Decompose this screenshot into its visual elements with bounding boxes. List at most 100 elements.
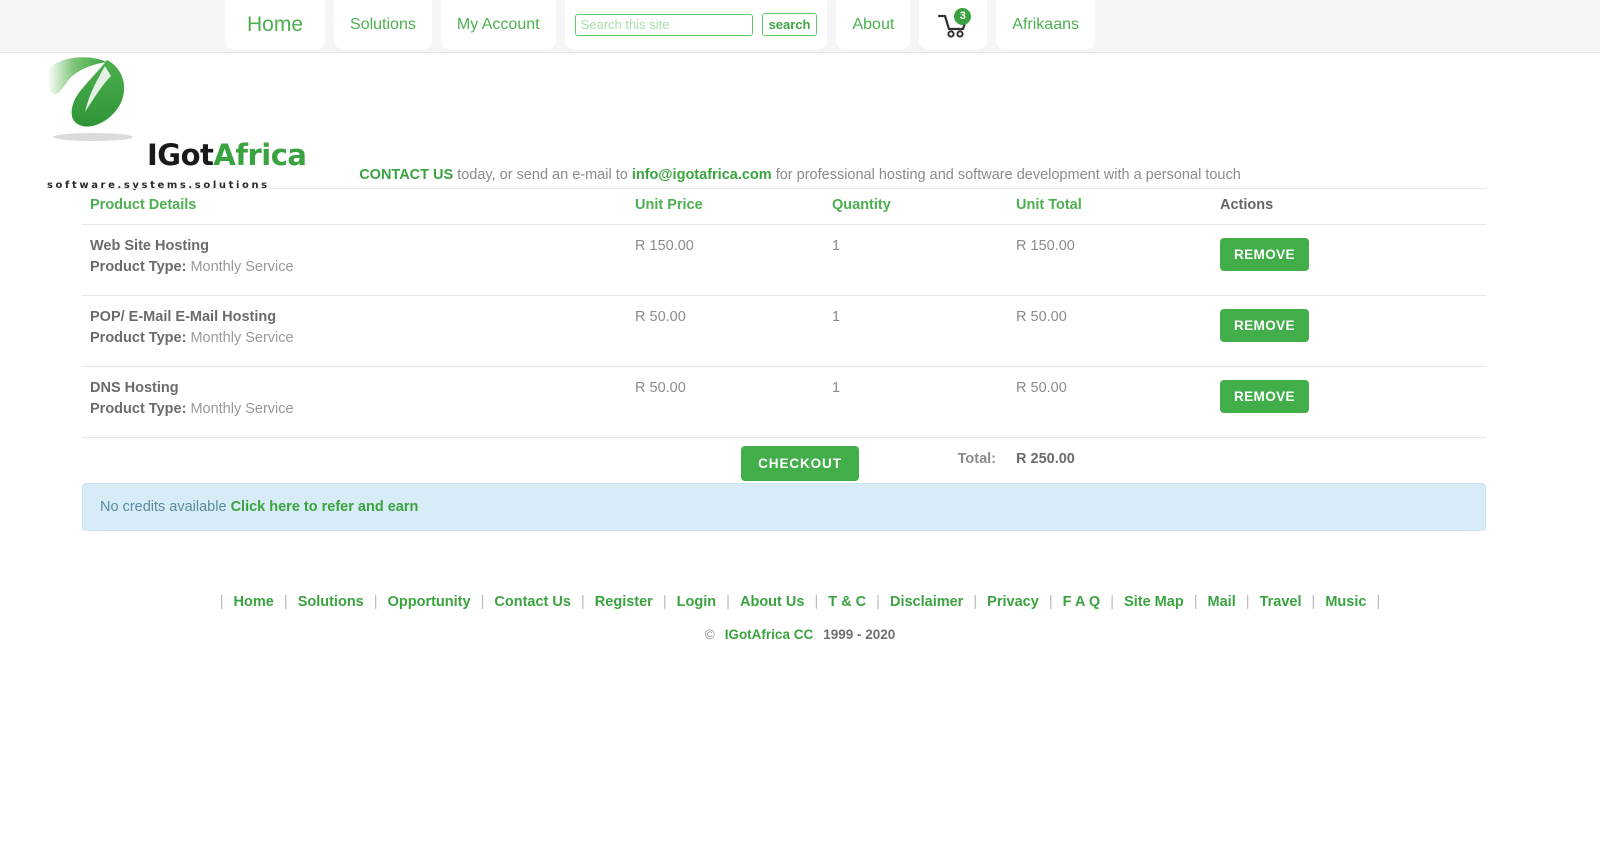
footer-link-opportunity[interactable]: Opportunity — [388, 594, 471, 610]
product-type-value: Monthly Service — [190, 259, 293, 275]
footer-link-home[interactable]: Home — [234, 594, 274, 610]
refer-and-earn-link[interactable]: Click here to refer and earn — [231, 499, 419, 515]
footer-link-privacy[interactable]: Privacy — [987, 594, 1039, 610]
cell-product-details: Web Site Hosting Product Type: Monthly S… — [82, 225, 627, 296]
cell-quantity: 1 — [824, 225, 1008, 296]
contact-middle-text: today, or send an e-mail to — [453, 167, 632, 183]
remove-button[interactable]: REMOVE — [1220, 238, 1309, 271]
product-name: DNS Hosting — [90, 380, 627, 396]
cart-table: Product Details Unit Price Quantity Unit… — [82, 188, 1486, 488]
footer-link-about-us[interactable]: About Us — [740, 594, 804, 610]
credits-alert: No credits available Click here to refer… — [82, 483, 1486, 531]
nav-item-home[interactable]: Home — [225, 0, 325, 49]
footer-link-terms-conditions[interactable]: T & C — [828, 594, 866, 610]
header-unit-price: Unit Price — [627, 189, 824, 225]
contact-tail-text: for professional hosting and software de… — [772, 167, 1241, 183]
nav-items-container: Home Solutions My Account search About 3… — [0, 0, 1600, 52]
checkout-button[interactable]: CHECKOUT — [741, 446, 859, 481]
contact-email-link[interactable]: info@igotafrica.com — [632, 167, 772, 183]
cell-unit-total: R 150.00 — [1008, 225, 1212, 296]
footer-link-disclaimer[interactable]: Disclaimer — [890, 594, 963, 610]
shopping-cart-icon: 3 — [937, 11, 969, 39]
header-quantity: Quantity — [824, 189, 1008, 225]
contact-banner: CONTACT US today, or send an e-mail to i… — [0, 167, 1600, 183]
footer-link-mail[interactable]: Mail — [1208, 594, 1236, 610]
footer-separator: | — [1194, 594, 1198, 610]
footer-separator: | — [220, 594, 224, 610]
remove-button[interactable]: REMOVE — [1220, 380, 1309, 413]
contact-us-link[interactable]: CONTACT US — [359, 167, 453, 183]
cell-quantity: 1 — [824, 296, 1008, 367]
product-type-value: Monthly Service — [190, 401, 293, 417]
nav-item-solutions[interactable]: Solutions — [334, 0, 432, 49]
product-type-label: Product Type: — [90, 330, 186, 346]
nav-item-about[interactable]: About — [836, 0, 910, 49]
product-type-value: Monthly Service — [190, 330, 293, 346]
search-button[interactable]: search — [762, 13, 818, 36]
nav-item-solutions-label: Solutions — [350, 16, 416, 34]
footer-links: | Home | Solutions | Opportunity | Conta… — [0, 592, 1600, 612]
footer-copyright: © IGotAfrica CC 1999 - 2020 — [0, 627, 1600, 642]
footer-link-solutions[interactable]: Solutions — [298, 594, 364, 610]
nav-item-my-account-label: My Account — [457, 16, 540, 34]
page-footer: | Home | Solutions | Opportunity | Conta… — [0, 592, 1600, 642]
footer-separator: | — [1246, 594, 1250, 610]
copyright-company: IGotAfrica CC — [725, 627, 814, 642]
footer-link-music[interactable]: Music — [1325, 594, 1366, 610]
cell-unit-price: R 50.00 — [627, 296, 824, 367]
cart-badge-count: 3 — [954, 8, 971, 25]
cart-table-header-row: Product Details Unit Price Quantity Unit… — [82, 189, 1486, 225]
header-unit-total: Unit Total — [1008, 189, 1212, 225]
footer-separator: | — [876, 594, 880, 610]
cell-product-details: POP/ E-Mail E-Mail Hosting Product Type:… — [82, 296, 627, 367]
footer-separator: | — [1312, 594, 1316, 610]
footer-separator: | — [1049, 594, 1053, 610]
footer-link-login[interactable]: Login — [677, 594, 716, 610]
cart-content: Product Details Unit Price Quantity Unit… — [82, 188, 1486, 488]
logo-leaf-swoosh-icon — [45, 50, 160, 142]
nav-item-afrikaans[interactable]: Afrikaans — [996, 0, 1095, 49]
logo-shadow — [53, 133, 133, 141]
cart-button[interactable]: 3 — [919, 0, 987, 49]
footer-separator: | — [374, 594, 378, 610]
nav-item-home-label: Home — [247, 13, 303, 37]
footer-separator: | — [481, 594, 485, 610]
cell-unit-price: R 150.00 — [627, 225, 824, 296]
search-container: search — [565, 0, 828, 49]
product-name: POP/ E-Mail E-Mail Hosting — [90, 309, 627, 325]
cell-actions: REMOVE — [1212, 367, 1486, 438]
search-input[interactable] — [575, 14, 753, 36]
site-logo[interactable]: IGotAfrica software.systems.solutions — [45, 50, 275, 150]
cell-quantity: 1 — [824, 367, 1008, 438]
copyright-symbol: © — [705, 627, 715, 642]
footer-link-register[interactable]: Register — [595, 594, 653, 610]
footer-separator: | — [663, 594, 667, 610]
header-actions: Actions — [1212, 189, 1486, 225]
footer-separator: | — [1110, 594, 1114, 610]
footer-link-faq[interactable]: F A Q — [1063, 594, 1101, 610]
remove-button[interactable]: REMOVE — [1220, 309, 1309, 342]
product-name: Web Site Hosting — [90, 238, 627, 254]
nav-item-my-account[interactable]: My Account — [441, 0, 556, 49]
product-type-label: Product Type: — [90, 259, 186, 275]
cell-unit-total: R 50.00 — [1008, 296, 1212, 367]
cell-actions: REMOVE — [1212, 225, 1486, 296]
footer-separator: | — [284, 594, 288, 610]
table-row: DNS Hosting Product Type: Monthly Servic… — [82, 367, 1486, 438]
cart-table-head: Product Details Unit Price Quantity Unit… — [82, 189, 1486, 225]
footer-link-site-map[interactable]: Site Map — [1124, 594, 1184, 610]
footer-separator: | — [1376, 594, 1380, 610]
nav-item-about-label: About — [852, 16, 894, 34]
footer-separator: | — [726, 594, 730, 610]
table-row: Web Site Hosting Product Type: Monthly S… — [82, 225, 1486, 296]
copyright-years: 1999 - 2020 — [823, 627, 895, 642]
cell-unit-price: R 50.00 — [627, 367, 824, 438]
header-product-details: Product Details — [82, 189, 627, 225]
checkout-container: CHECKOUT — [0, 446, 1600, 481]
credits-text: No credits available — [100, 499, 227, 515]
cell-actions: REMOVE — [1212, 296, 1486, 367]
footer-link-contact-us[interactable]: Contact Us — [494, 594, 571, 610]
footer-link-travel[interactable]: Travel — [1260, 594, 1302, 610]
nav-item-afrikaans-label: Afrikaans — [1012, 16, 1079, 34]
cell-product-details: DNS Hosting Product Type: Monthly Servic… — [82, 367, 627, 438]
